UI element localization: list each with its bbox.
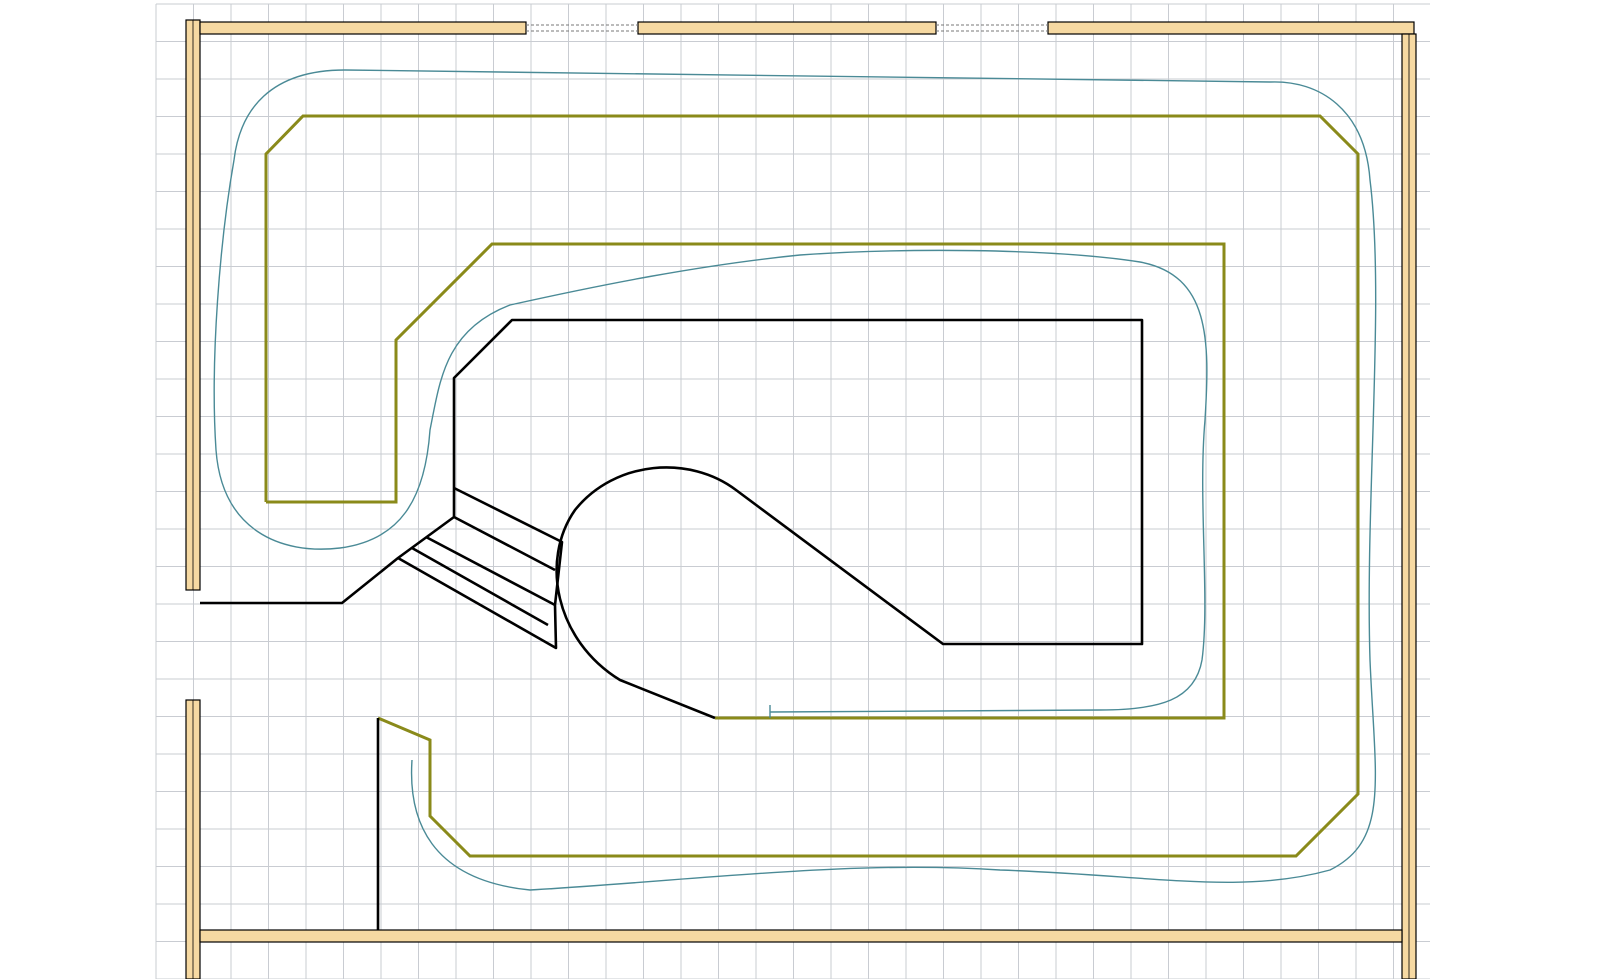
track-plan-diagram <box>0 0 1600 979</box>
wall-top-3 <box>1047 21 1415 35</box>
wall-top-2 <box>637 21 937 35</box>
canvas-background <box>0 0 1600 979</box>
layout-canvas <box>0 0 1600 979</box>
wall-top-1 <box>199 21 527 35</box>
wall-bottom <box>199 929 1403 943</box>
